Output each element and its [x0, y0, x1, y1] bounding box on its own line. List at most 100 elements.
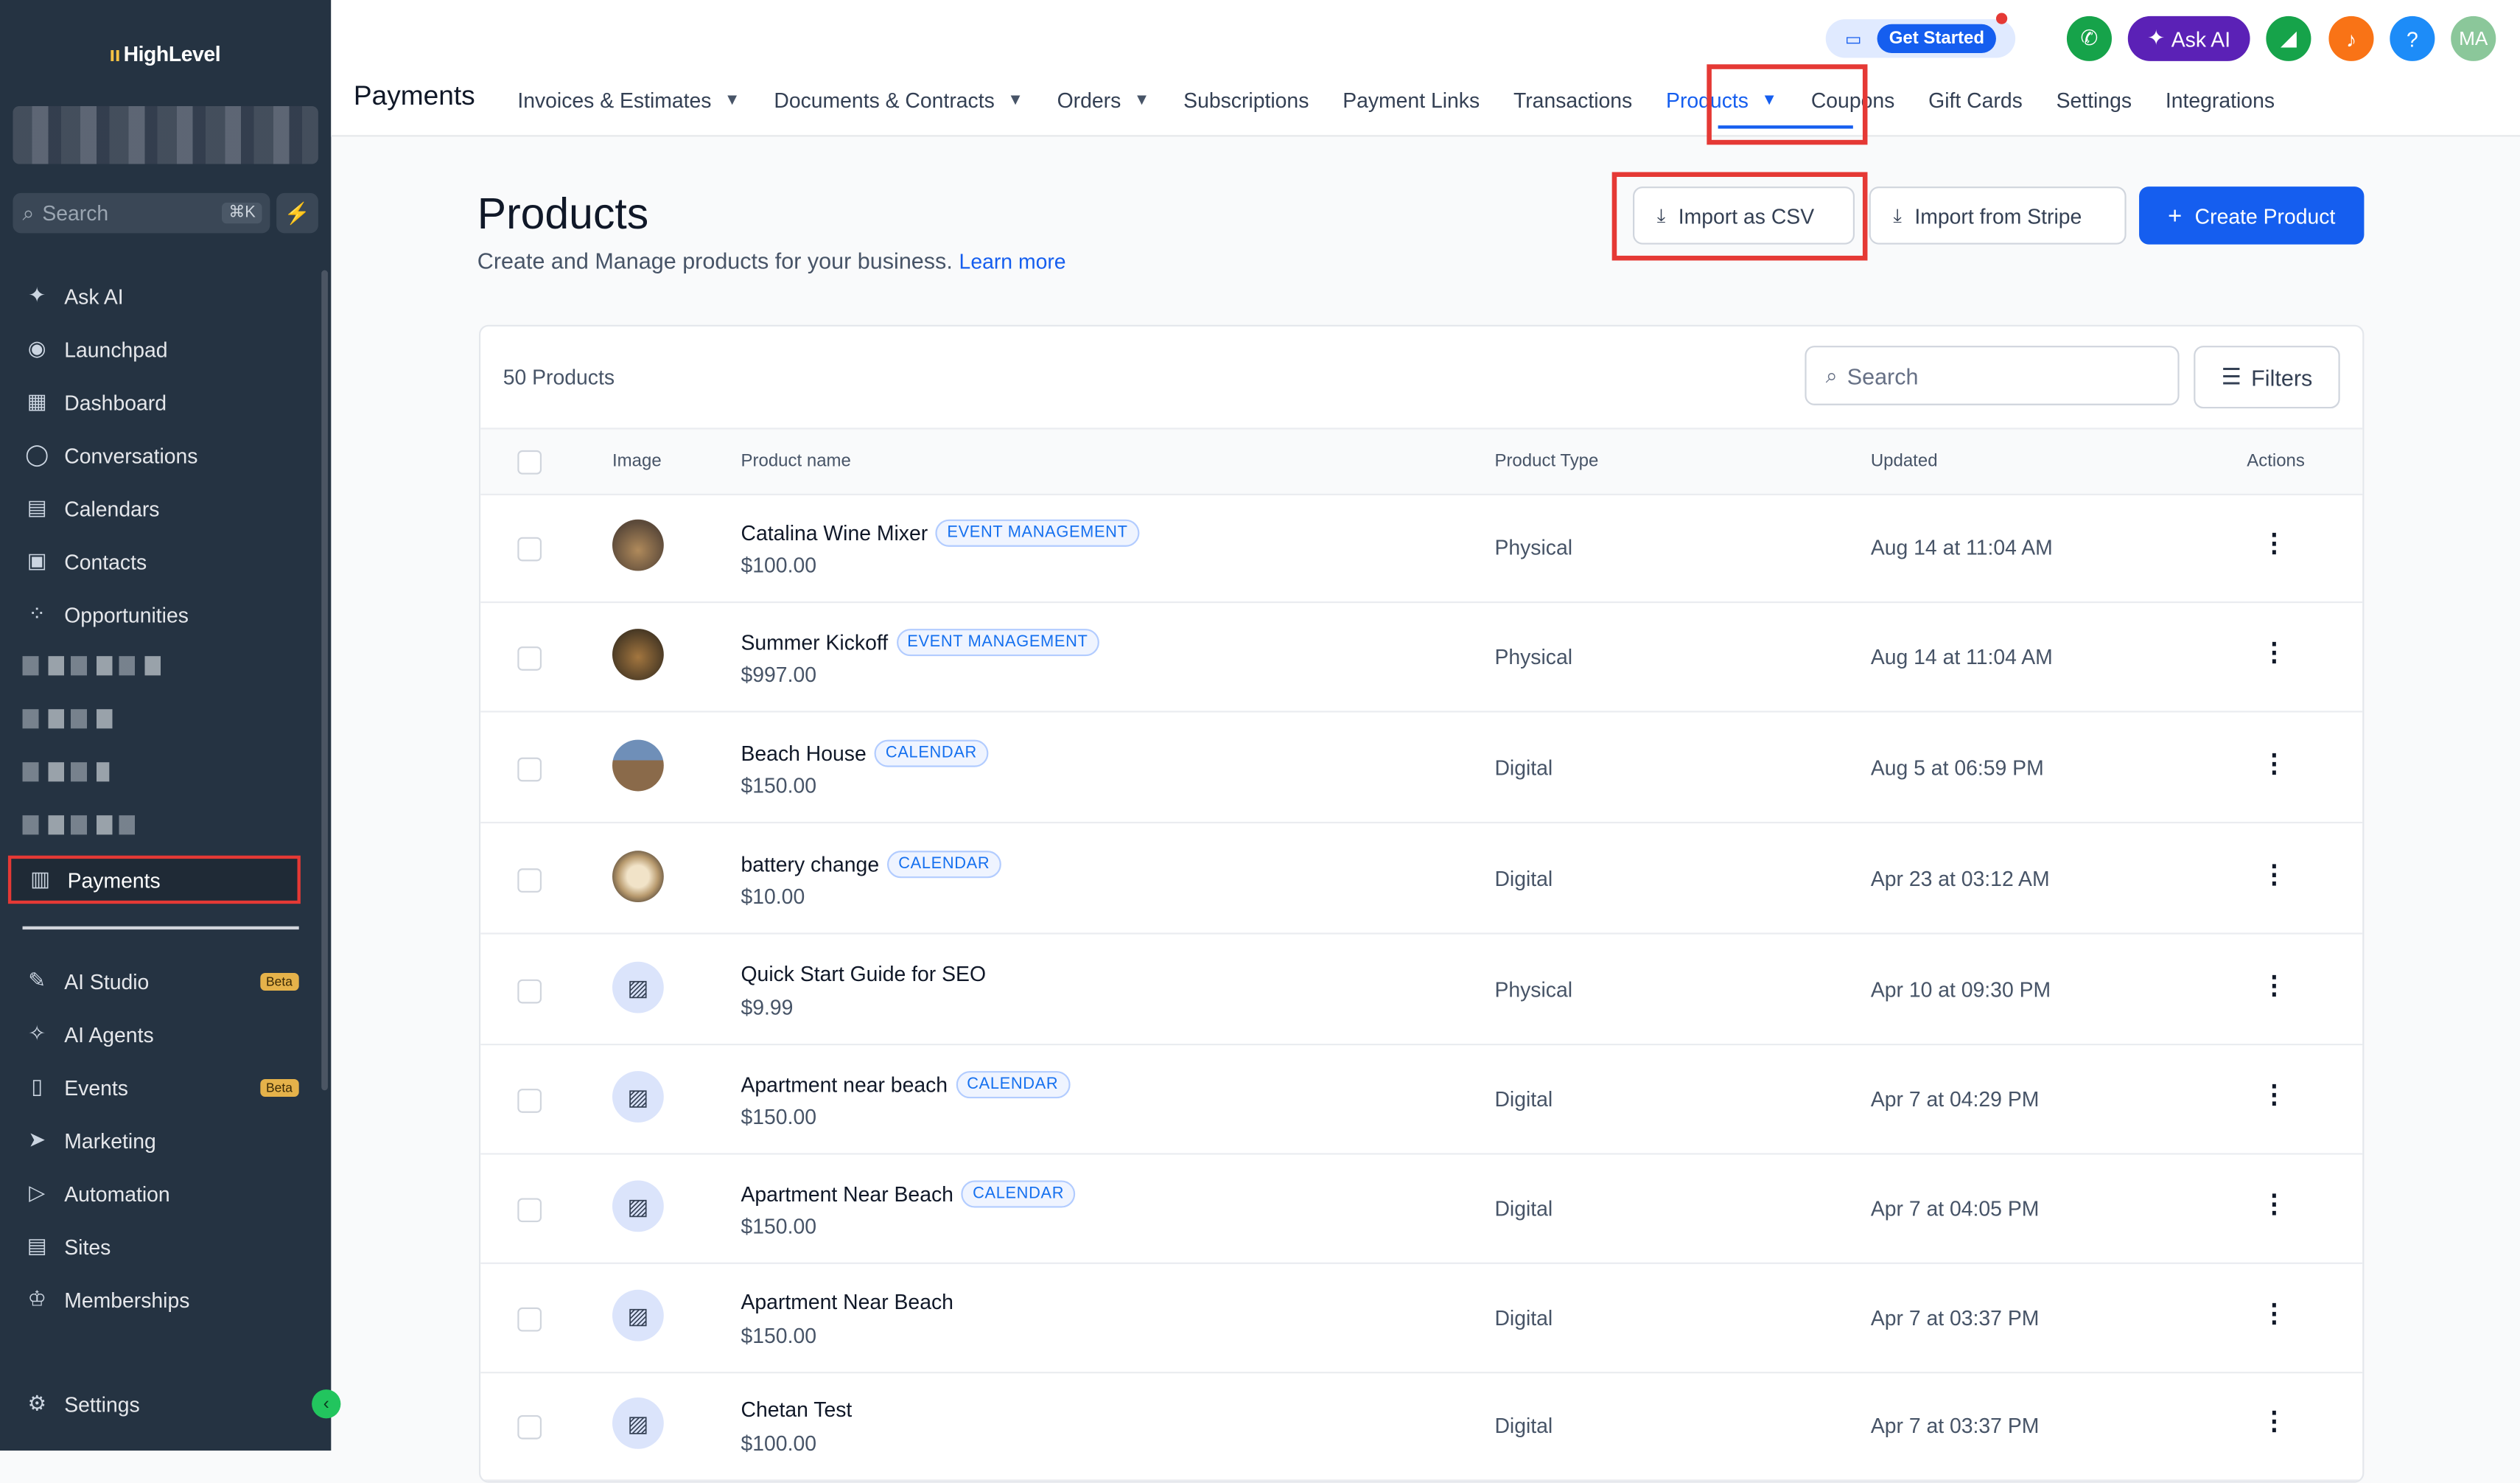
product-name[interactable]: Summer Kickoff: [741, 630, 888, 655]
product-name[interactable]: Beach House: [741, 742, 866, 766]
quick-action-bolt-icon[interactable]: ⚡: [276, 192, 318, 234]
more-actions-icon[interactable]: ⋮: [2261, 1406, 2287, 1438]
sidebar-item-conversations[interactable]: ◯ Conversations: [23, 436, 198, 474]
tab-transactions[interactable]: Transactions: [1513, 88, 1632, 112]
table-row[interactable]: ▨ Chetan Test $100.00 Digital Apr 7 at 0…: [480, 1370, 2363, 1482]
sidebar-item-calendars[interactable]: ▤ Calendars: [23, 489, 160, 527]
row-checkbox[interactable]: [517, 537, 542, 562]
tab-payment-links[interactable]: Payment Links: [1343, 88, 1480, 112]
row-checkbox[interactable]: [517, 1089, 542, 1113]
product-name[interactable]: battery change: [741, 852, 879, 876]
card-icon: ▭: [1844, 29, 1862, 49]
calendar-icon: ▤: [27, 495, 47, 520]
select-all-checkbox[interactable]: [517, 450, 542, 475]
help-icon[interactable]: ?: [2390, 15, 2435, 61]
learn-more-link[interactable]: Learn more: [959, 249, 1066, 273]
more-actions-icon[interactable]: ⋮: [2261, 859, 2287, 891]
table-row[interactable]: battery change CALENDAR $10.00 Digital Ap…: [480, 823, 2363, 935]
table-row[interactable]: ▨ Quick Start Guide for SEO $9.99 Physic…: [480, 935, 2363, 1046]
row-checkbox[interactable]: [517, 757, 542, 782]
sidebar-item-automation[interactable]: ▷ Automation: [23, 1174, 170, 1212]
sidebar-item-opportunities[interactable]: ⁘ Opportunities: [23, 595, 189, 633]
avatar[interactable]: MA: [2451, 15, 2496, 61]
chevron-down-icon: ▼: [724, 91, 741, 109]
more-actions-icon[interactable]: ⋮: [2261, 748, 2287, 781]
megaphone-icon[interactable]: ◢: [2266, 15, 2311, 61]
row-checkbox[interactable]: [517, 1198, 542, 1223]
table-row[interactable]: ▨ Apartment Near Beach $150.00 Digital A…: [480, 1263, 2363, 1374]
tab-gift-cards[interactable]: Gift Cards: [1928, 88, 2023, 112]
redacted-nav-item[interactable]: [22, 815, 141, 835]
tab-subscriptions[interactable]: Subscriptions: [1183, 88, 1309, 112]
ask-ai-button[interactable]: ✦ Ask AI: [2127, 15, 2250, 61]
sidebar-item-ask-ai[interactable]: ✦ Ask AI: [23, 276, 124, 315]
table-row[interactable]: ▨ Apartment Near Beach CALENDAR $150.00 D…: [480, 1153, 2363, 1264]
account-switcher[interactable]: [13, 105, 318, 164]
filters-button[interactable]: ☰ Filters: [2194, 346, 2340, 409]
table-row[interactable]: Beach House CALENDAR $150.00 Digital Aug …: [480, 713, 2363, 824]
import-stripe-button[interactable]: ⤓ Import from Stripe: [1869, 186, 2127, 245]
more-actions-icon[interactable]: ⋮: [2261, 970, 2287, 1002]
redacted-nav-item[interactable]: [22, 762, 110, 782]
column-product-name[interactable]: Product name: [741, 452, 850, 471]
products-tab-highlight: [1707, 64, 1868, 145]
get-started-pill[interactable]: ▭ Get Started: [1825, 19, 2016, 58]
row-checkbox[interactable]: [517, 1307, 542, 1332]
top-bar: Payments Invoices & Estimates ▼ Documents…: [331, 0, 2520, 145]
more-actions-icon[interactable]: ⋮: [2261, 637, 2287, 669]
redacted-nav-item[interactable]: [22, 709, 119, 729]
sparkle-icon: ✦: [28, 282, 46, 307]
collapse-sidebar-icon[interactable]: ‹: [312, 1389, 341, 1419]
highlevel-logo[interactable]: ıı HighLevel: [109, 42, 220, 66]
product-name[interactable]: Apartment Near Beach: [741, 1182, 953, 1207]
product-name[interactable]: Apartment near beach: [741, 1072, 948, 1097]
phone-icon[interactable]: ✆: [2066, 15, 2112, 61]
sidebar-item-sites[interactable]: ▤ Sites: [23, 1227, 111, 1266]
row-checkbox[interactable]: [517, 1414, 542, 1440]
product-name[interactable]: Catalina Wine Mixer: [741, 521, 928, 545]
sidebar-item-payments[interactable]: ▥ Payments: [7, 855, 301, 904]
table-search-input[interactable]: ⌕ Search: [1805, 346, 2180, 405]
row-checkbox[interactable]: [517, 979, 542, 1004]
table-row[interactable]: Summer Kickoff EVENT MANAGEMENT $997.00 P…: [480, 601, 2363, 713]
table-row[interactable]: Catalina Wine Mixer EVENT MANAGEMENT $100…: [480, 492, 2363, 604]
sidebar-item-marketing[interactable]: ➤ Marketing: [23, 1121, 156, 1159]
more-actions-icon[interactable]: ⋮: [2261, 1079, 2287, 1112]
tab-integrations[interactable]: Integrations: [2166, 88, 2275, 112]
sidebar-scrollbar[interactable]: [321, 270, 328, 1091]
sidebar-item-contacts[interactable]: ▣ Contacts: [23, 542, 147, 580]
row-checkbox[interactable]: [517, 868, 542, 893]
notification-dot: [1995, 13, 2008, 24]
image-placeholder-icon: ▨: [612, 1397, 664, 1449]
tab-invoices-estimates[interactable]: Invoices & Estimates ▼: [517, 88, 740, 112]
sidebar-search[interactable]: ⌕ Search ⌘K: [13, 192, 270, 234]
image-placeholder-icon: ▨: [612, 961, 664, 1013]
product-type: Digital: [1494, 1196, 1553, 1221]
more-actions-icon[interactable]: ⋮: [2261, 1188, 2287, 1221]
bell-icon[interactable]: ♪: [2328, 15, 2374, 61]
sidebar-item-launchpad[interactable]: ◉ Launchpad: [23, 329, 168, 368]
tab-settings[interactable]: Settings: [2057, 88, 2132, 112]
chat-icon: ◯: [25, 442, 49, 467]
sidebar-item-settings[interactable]: ⚙ Settings: [23, 1385, 140, 1423]
tab-orders[interactable]: Orders ▼: [1057, 88, 1150, 112]
product-name[interactable]: Quick Start Guide for SEO: [741, 962, 986, 986]
sidebar-item-events[interactable]: ▯ Events Beta: [23, 1068, 299, 1106]
sidebar-item-ai-agents[interactable]: ✧ AI Agents: [23, 1015, 154, 1053]
more-actions-icon[interactable]: ⋮: [2261, 1298, 2287, 1330]
product-updated: Apr 10 at 09:30 PM: [1870, 977, 2051, 1002]
column-product-type[interactable]: Product Type: [1494, 452, 1598, 471]
product-name[interactable]: Apartment Near Beach: [741, 1290, 953, 1314]
sidebar-item-ai-studio[interactable]: ✎ AI Studio Beta: [23, 962, 299, 1000]
redacted-nav-item[interactable]: [22, 656, 167, 676]
sidebar-item-dashboard[interactable]: ▦ Dashboard: [23, 383, 167, 421]
create-product-button[interactable]: + Create Product: [2139, 186, 2365, 245]
row-checkbox[interactable]: [517, 646, 542, 671]
table-row[interactable]: ▨ Apartment near beach CALENDAR $150.00 D…: [480, 1044, 2363, 1155]
more-actions-icon[interactable]: ⋮: [2261, 528, 2287, 560]
get-started-button[interactable]: Get Started: [1877, 24, 1996, 53]
tab-documents-contracts[interactable]: Documents & Contracts ▼: [774, 88, 1023, 112]
sidebar-item-memberships[interactable]: ♔ Memberships: [23, 1280, 190, 1319]
column-updated[interactable]: Updated: [1871, 452, 1938, 471]
product-name[interactable]: Chetan Test: [741, 1397, 852, 1422]
